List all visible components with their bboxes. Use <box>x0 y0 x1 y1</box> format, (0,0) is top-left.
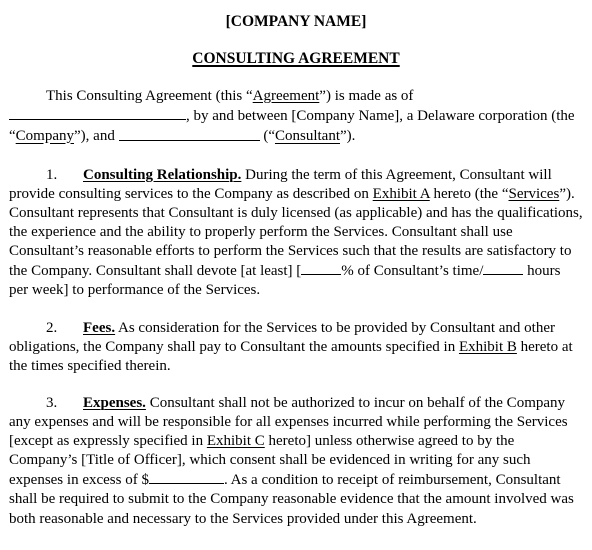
defined-term: Agreement <box>252 88 320 104</box>
section-heading: Consulting Relationship. <box>83 166 242 183</box>
section-number: 3. <box>46 394 58 411</box>
defined-term: Services <box>508 185 560 202</box>
defined-term: Exhibit A <box>372 185 430 202</box>
section-paragraph-3: 3. Expenses. Consultant shall not be auth… <box>9 376 583 529</box>
body-text: This Consulting Agreement (this “ <box>46 88 253 104</box>
body-text: ”). <box>340 128 356 145</box>
company-name-text: [COMPANY NAME] <box>225 13 367 30</box>
body-text: ”) is made as of <box>319 88 414 104</box>
defined-term: Company <box>15 128 75 145</box>
preamble-paragraph: This Consulting Agreement (this “Agreeme… <box>9 68 583 147</box>
fill-in-blank <box>118 126 260 141</box>
section-number: 2. <box>46 319 58 336</box>
section-paragraph-2: 2. Fees. As consideration for the Service… <box>9 301 583 376</box>
document-page: [COMPANY NAME] CONSULTING AGREEMENT This… <box>0 0 592 550</box>
agreement-title-text: CONSULTING AGREEMENT <box>192 50 400 67</box>
body-text: % of Consultant’s time/ <box>341 263 484 280</box>
section-paragraph-1: 1. Consulting Relationship. During the te… <box>9 147 583 301</box>
fill-in-blank <box>301 261 342 276</box>
section-heading: Fees. <box>83 319 116 336</box>
defined-term: Consultant <box>274 128 340 145</box>
body-text: (“ <box>259 128 275 145</box>
agreement-title-heading: CONSULTING AGREEMENT <box>9 31 583 68</box>
fill-in-blank <box>9 106 186 121</box>
fill-in-blank <box>148 470 224 485</box>
body-text: hereto (the “ <box>429 185 509 202</box>
company-name-heading: [COMPANY NAME] <box>9 0 583 31</box>
body-text: ”), and <box>74 128 119 145</box>
section-number: 1. <box>46 166 58 183</box>
defined-term: Exhibit B <box>458 338 517 355</box>
defined-term: Exhibit C <box>206 432 265 449</box>
fill-in-blank <box>483 261 524 276</box>
section-heading: Expenses. <box>83 394 146 411</box>
